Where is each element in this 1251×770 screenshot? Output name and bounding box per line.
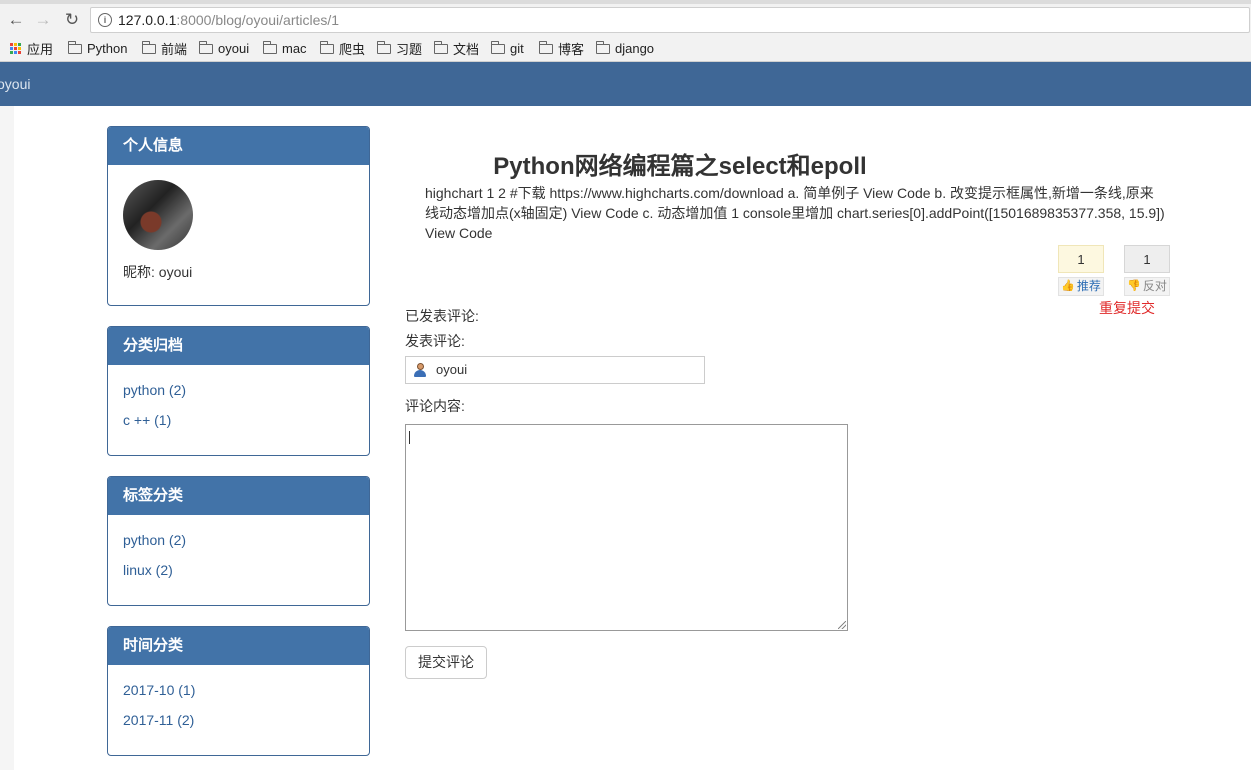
- category-link[interactable]: python (2): [123, 375, 354, 405]
- posted-comments-label: 已发表评论:: [405, 308, 479, 324]
- recommend-button[interactable]: 👍 推荐: [1058, 277, 1104, 296]
- panel-title: 时间分类: [108, 627, 369, 665]
- folder-icon: [142, 40, 156, 54]
- comment-content-label: 评论内容:: [405, 398, 465, 414]
- post-comment-label: 发表评论:: [405, 333, 465, 349]
- left-gutter: [0, 106, 14, 770]
- archive-link[interactable]: 2017-11 (2): [123, 705, 354, 735]
- bookmark-docs[interactable]: 文档: [434, 40, 479, 57]
- panel-title: 个人信息: [108, 127, 369, 165]
- browser-toolbar: ← → ↻ i 127.0.0.1:8000/blog/oyoui/articl…: [0, 4, 1251, 36]
- bookmark-oyoui[interactable]: oyoui: [199, 40, 249, 57]
- folder-icon: [68, 40, 82, 54]
- comment-textarea[interactable]: [405, 424, 848, 631]
- panel-title: 标签分类: [108, 477, 369, 515]
- bookmarks-bar: 应用 Python 前端 oyoui mac 爬虫 习题 文档 git 博客 d…: [0, 36, 1251, 62]
- bookmark-blog[interactable]: 博客: [539, 40, 584, 57]
- oppose-button[interactable]: 👎 反对: [1124, 277, 1170, 296]
- thumbs-down-icon: 👎: [1127, 280, 1141, 292]
- article-summary: highchart 1 2 #下载 https://www.highcharts…: [425, 185, 1165, 241]
- category-link[interactable]: c ++ (1): [123, 405, 354, 435]
- bookmark-frontend[interactable]: 前端: [142, 40, 187, 57]
- site-header: oyoui: [0, 62, 1251, 106]
- username-value: oyoui: [436, 362, 468, 377]
- nickname: 昵称: oyoui: [123, 264, 193, 280]
- upvote-count[interactable]: 1: [1058, 245, 1104, 273]
- text-caret: [409, 431, 410, 444]
- bookmark-mac[interactable]: mac: [263, 40, 307, 57]
- duplicate-submit-message: 重复提交: [1099, 300, 1155, 316]
- back-arrow-icon[interactable]: ←: [6, 10, 26, 30]
- forward-arrow-icon[interactable]: →: [33, 10, 53, 30]
- username-field[interactable]: oyoui: [405, 356, 705, 384]
- bookmark-crawler[interactable]: 爬虫: [320, 40, 365, 57]
- info-icon[interactable]: i: [98, 13, 112, 27]
- user-icon: [413, 363, 427, 377]
- folder-icon: [320, 40, 334, 54]
- address-bar[interactable]: i 127.0.0.1:8000/blog/oyoui/articles/1: [90, 7, 1250, 33]
- bookmark-git[interactable]: git: [491, 40, 524, 57]
- tag-link[interactable]: linux (2): [123, 555, 354, 585]
- panel-title: 分类归档: [108, 327, 369, 365]
- bookmark-django[interactable]: django: [596, 40, 654, 57]
- archive-panel: 时间分类 2017-10 (1) 2017-11 (2): [107, 626, 370, 756]
- bookmark-apps[interactable]: 应用: [10, 40, 53, 57]
- resize-handle-icon[interactable]: [838, 621, 846, 629]
- folder-icon: [377, 40, 391, 54]
- thumbs-up-icon: 👍: [1061, 280, 1075, 292]
- tag-link[interactable]: python (2): [123, 525, 354, 555]
- bookmark-python[interactable]: Python: [68, 40, 127, 57]
- folder-icon: [539, 40, 553, 54]
- profile-panel: 个人信息 昵称: oyoui: [107, 126, 370, 306]
- folder-icon: [491, 40, 505, 54]
- reload-icon[interactable]: ↻: [62, 10, 82, 30]
- downvote-count[interactable]: 1: [1124, 245, 1170, 273]
- url-text: 127.0.0.1:8000/blog/oyoui/articles/1: [118, 12, 340, 28]
- site-brand[interactable]: oyoui: [0, 76, 30, 92]
- folder-icon: [596, 40, 610, 54]
- category-panel: 分类归档 python (2) c ++ (1): [107, 326, 370, 456]
- tag-panel: 标签分类 python (2) linux (2): [107, 476, 370, 606]
- folder-icon: [434, 40, 448, 54]
- folder-icon: [199, 40, 213, 54]
- submit-comment-button[interactable]: 提交评论: [405, 646, 487, 679]
- avatar: [123, 180, 193, 250]
- archive-link[interactable]: 2017-10 (1): [123, 675, 354, 705]
- apps-grid-icon: [10, 43, 21, 54]
- bookmark-exercises[interactable]: 习题: [377, 40, 422, 57]
- article-title: Python网络编程篇之select和epoll: [493, 153, 867, 180]
- folder-icon: [263, 40, 277, 54]
